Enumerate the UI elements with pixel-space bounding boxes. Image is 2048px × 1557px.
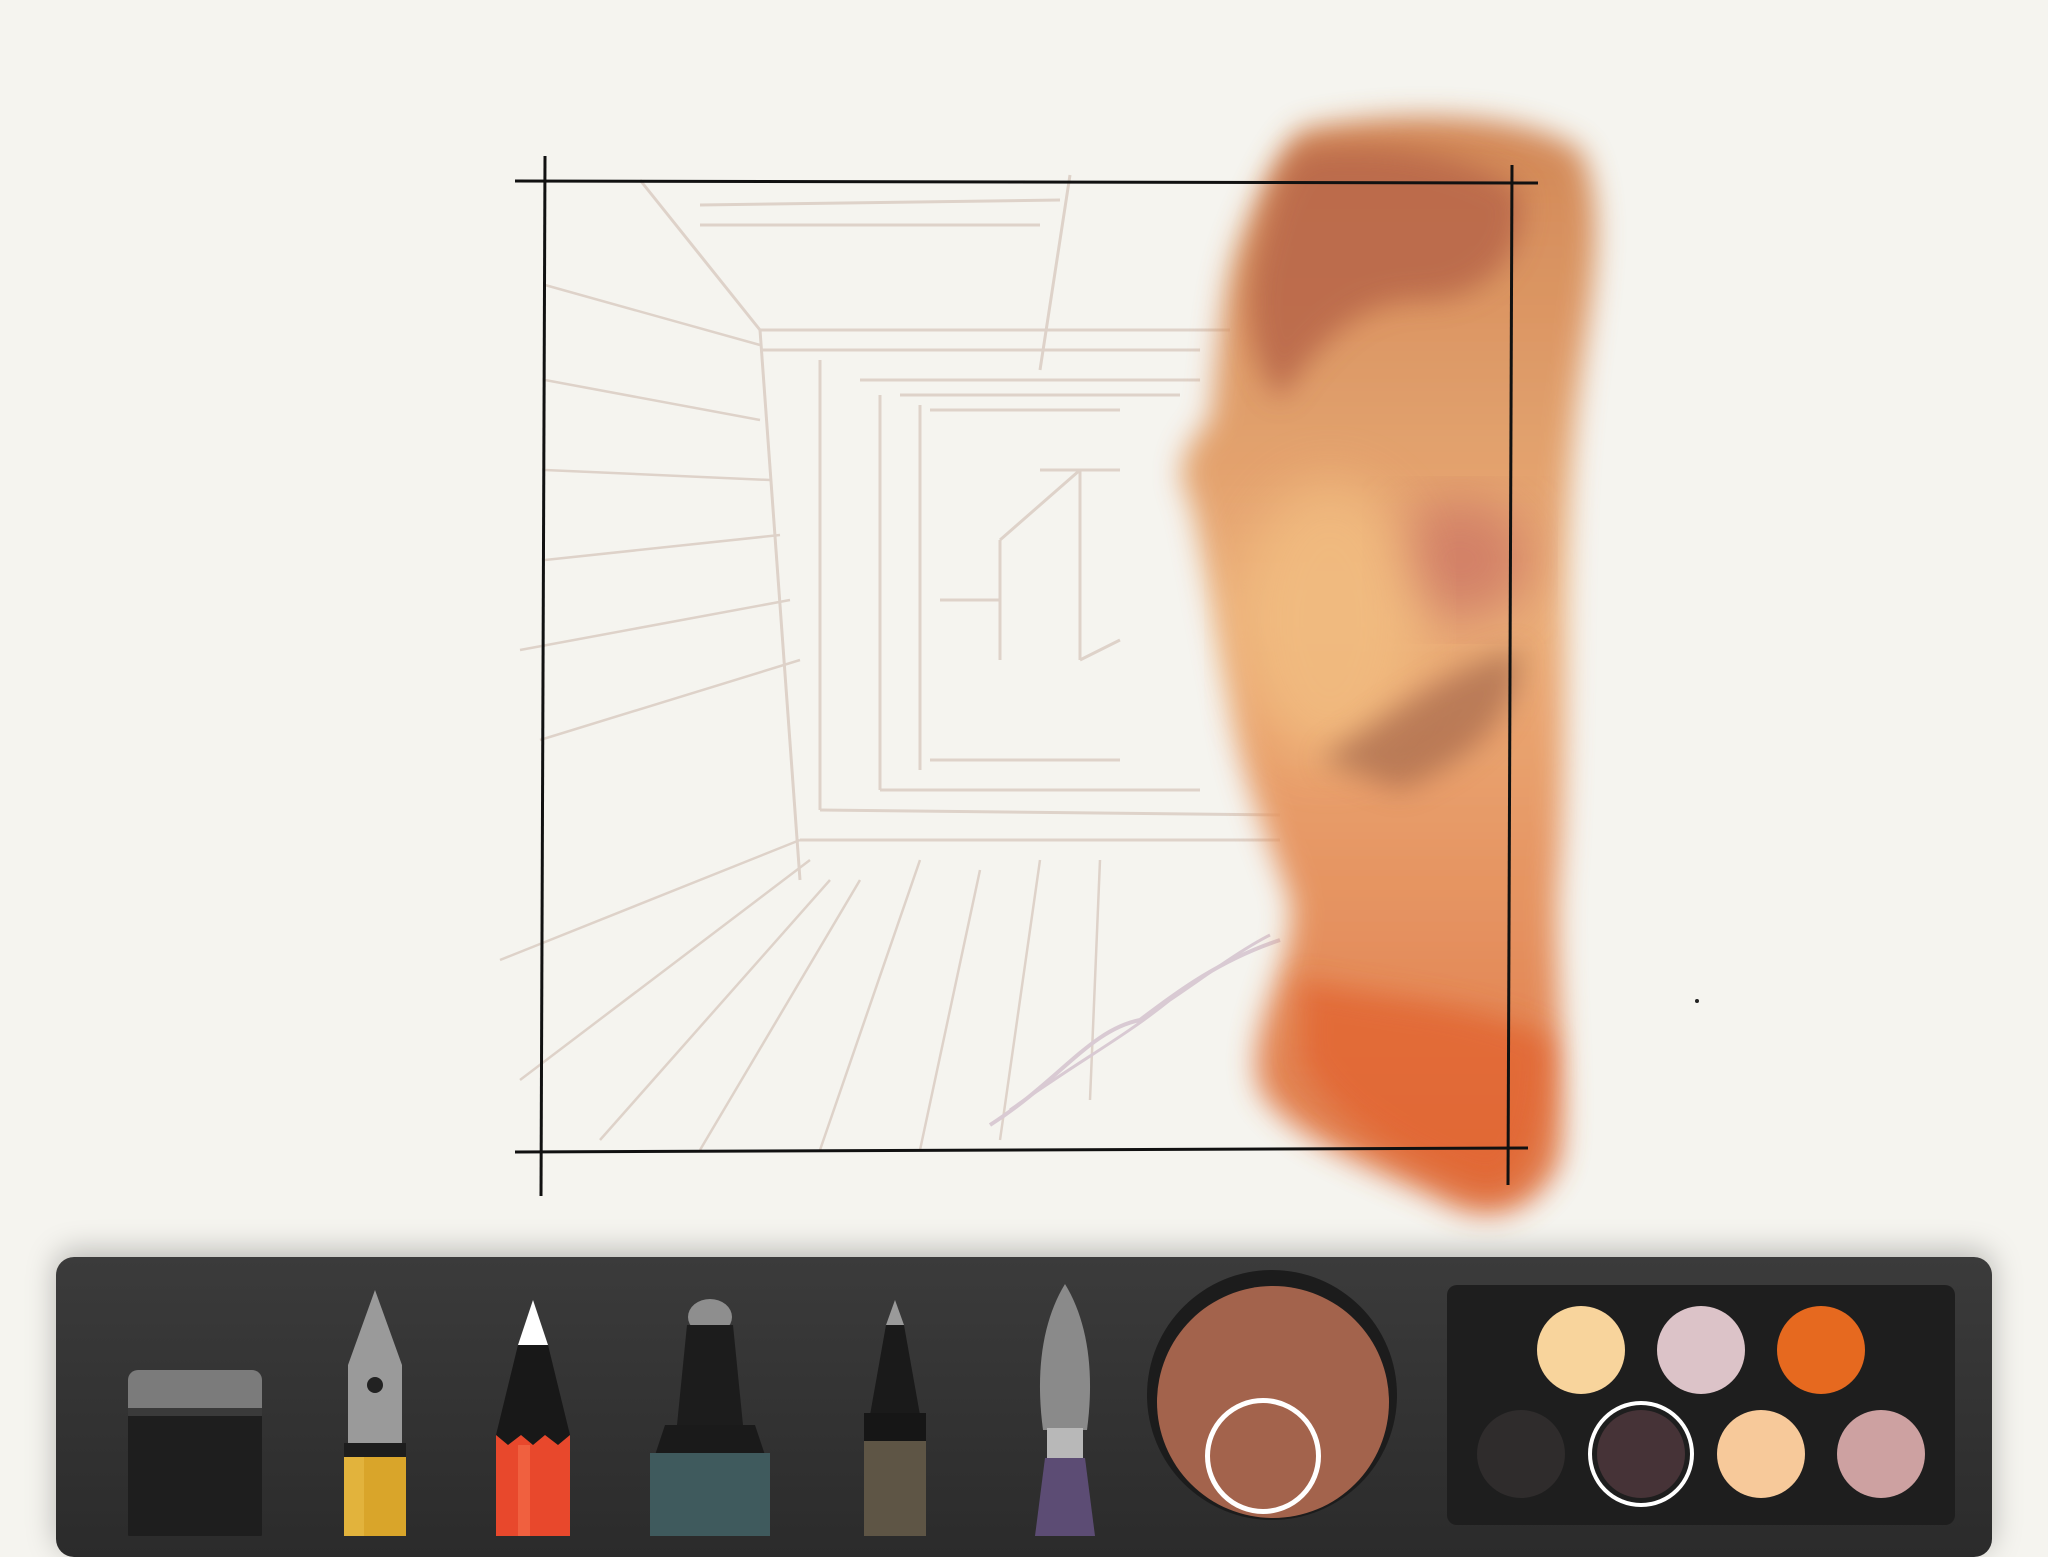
- brush-icon[interactable]: [1015, 1280, 1115, 1536]
- palette-swatch[interactable]: [1777, 1306, 1865, 1394]
- stray-dot: [1695, 999, 1699, 1003]
- fineliner-icon[interactable]: [850, 1295, 940, 1536]
- palette-swatch[interactable]: [1597, 1410, 1685, 1498]
- palette-swatch[interactable]: [1717, 1410, 1805, 1498]
- watercolor-portrait: [1181, 116, 1596, 1215]
- current-color-indicator: [1205, 1398, 1321, 1514]
- palette-swatch[interactable]: [1657, 1306, 1745, 1394]
- pencil-icon[interactable]: [488, 1295, 578, 1536]
- marker-icon[interactable]: [645, 1295, 775, 1536]
- palette-swatch[interactable]: [1837, 1410, 1925, 1498]
- palette-swatch[interactable]: [1477, 1410, 1565, 1498]
- palette-swatch[interactable]: [1537, 1306, 1625, 1394]
- fountain-pen-icon[interactable]: [330, 1285, 420, 1536]
- hallway-sketch: [499, 174, 1281, 1151]
- eraser-icon[interactable]: [120, 1360, 270, 1536]
